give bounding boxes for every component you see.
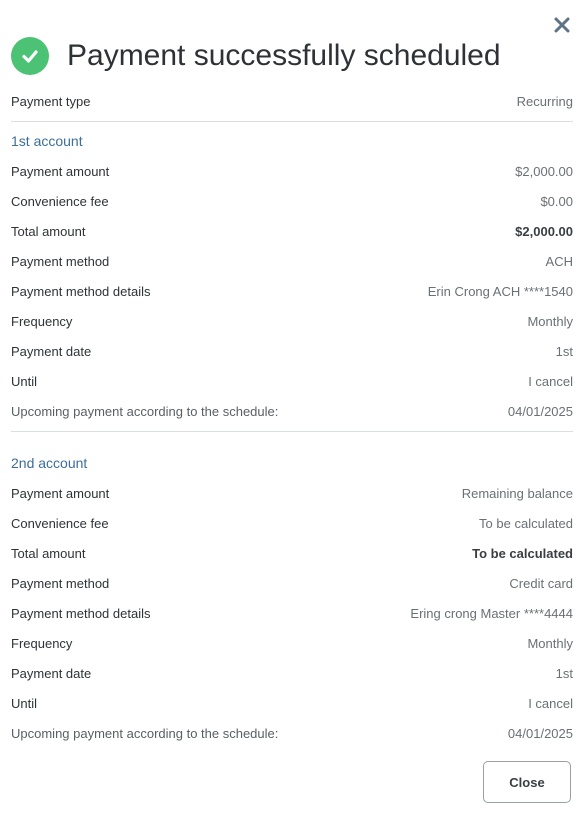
row-value: 04/01/2025 — [507, 403, 573, 419]
row-value: Monthly — [527, 635, 573, 651]
close-button[interactable]: Close — [483, 761, 571, 803]
row-label: Payment date — [11, 665, 92, 681]
account-2-upcoming-payment-row: Upcoming payment according to the schedu… — [11, 723, 573, 743]
account-2-payment-method-row: Payment method Credit card — [11, 573, 573, 593]
row-label: Payment method details — [11, 605, 151, 621]
row-label: Total amount — [11, 545, 86, 561]
account-1-payment-amount-row: Payment amount $2,000.00 — [11, 161, 573, 181]
row-value: ACH — [545, 253, 573, 269]
row-label: Frequency — [11, 313, 73, 329]
row-label: Until — [11, 373, 38, 389]
row-label: Convenience fee — [11, 193, 109, 209]
row-value: To be calculated — [472, 545, 573, 561]
row-label: Upcoming payment according to the schedu… — [11, 725, 279, 741]
row-value: 1st — [555, 665, 573, 681]
account-2-frequency-row: Frequency Monthly — [11, 633, 573, 653]
row-value: $2,000.00 — [515, 163, 573, 179]
row-value: Credit card — [509, 575, 573, 591]
row-value: Ering crong Master ****4444 — [410, 605, 573, 621]
dialog-header: Payment successfully scheduled — [11, 37, 501, 75]
account-1-payment-date-row: Payment date 1st — [11, 341, 573, 361]
payment-type-value: Recurring — [516, 93, 573, 109]
row-value: I cancel — [528, 695, 573, 711]
account-2-total-amount-row: Total amount To be calculated — [11, 543, 573, 563]
account-1-convenience-fee-row: Convenience fee $0.00 — [11, 191, 573, 211]
payment-type-row: Payment type Recurring — [11, 91, 573, 111]
account-1-payment-method-row: Payment method ACH — [11, 251, 573, 271]
account-1-payment-method-details-row: Payment method details Erin Crong ACH **… — [11, 281, 573, 301]
dialog-title: Payment successfully scheduled — [67, 39, 501, 72]
account-2-convenience-fee-row: Convenience fee To be calculated — [11, 513, 573, 533]
row-label: Convenience fee — [11, 515, 109, 531]
account-2-payment-method-details-row: Payment method details Ering crong Maste… — [11, 603, 573, 623]
account-1-frequency-row: Frequency Monthly — [11, 311, 573, 331]
account-1-upcoming-payment-row: Upcoming payment according to the schedu… — [11, 401, 573, 421]
payment-confirmation-dialog: Payment successfully scheduled Payment t… — [0, 0, 584, 821]
row-value: I cancel — [528, 373, 573, 389]
row-label: Payment method — [11, 253, 110, 269]
row-label: Payment amount — [11, 485, 110, 501]
row-value: Monthly — [527, 313, 573, 329]
row-label: Upcoming payment according to the schedu… — [11, 403, 279, 419]
row-value: 1st — [555, 343, 573, 359]
check-circle-icon — [11, 37, 49, 75]
row-label: Frequency — [11, 635, 73, 651]
account-2-payment-amount-row: Payment amount Remaining balance — [11, 483, 573, 503]
account-1-title: 1st account — [11, 133, 83, 149]
row-label: Payment method details — [11, 283, 151, 299]
divider — [11, 121, 573, 122]
row-label: Until — [11, 695, 38, 711]
close-icon[interactable] — [553, 16, 571, 34]
row-value: To be calculated — [479, 515, 573, 531]
account-2-until-row: Until I cancel — [11, 693, 573, 713]
divider — [11, 431, 573, 432]
row-label: Total amount — [11, 223, 86, 239]
account-2-title: 2nd account — [11, 455, 88, 471]
row-value: 04/01/2025 — [507, 725, 573, 741]
row-label: Payment date — [11, 343, 92, 359]
payment-type-label: Payment type — [11, 93, 91, 109]
account-1-total-amount-row: Total amount $2,000.00 — [11, 221, 573, 241]
account-2-payment-date-row: Payment date 1st — [11, 663, 573, 683]
row-value: Remaining balance — [461, 485, 573, 501]
account-1-until-row: Until I cancel — [11, 371, 573, 391]
row-value: $0.00 — [540, 193, 573, 209]
row-value: $2,000.00 — [515, 223, 573, 239]
row-label: Payment amount — [11, 163, 110, 179]
row-value: Erin Crong ACH ****1540 — [427, 283, 573, 299]
row-label: Payment method — [11, 575, 110, 591]
